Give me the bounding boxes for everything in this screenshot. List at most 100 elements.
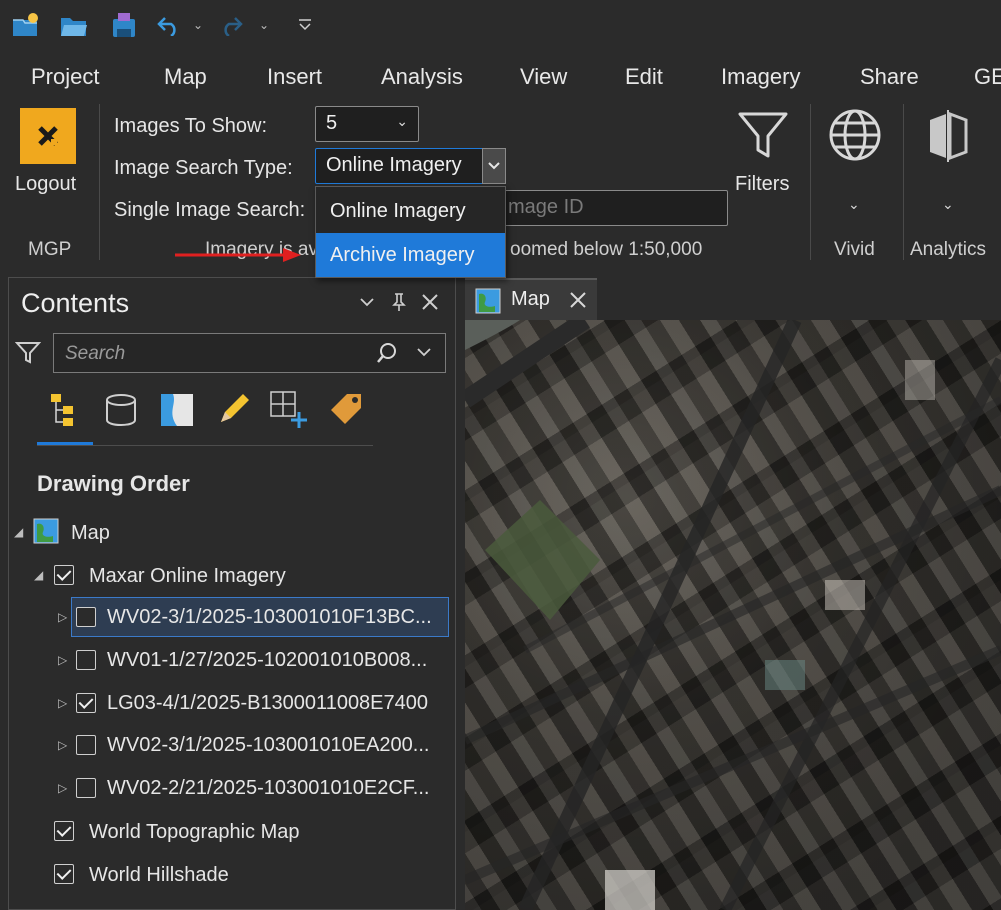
- red-arrow-annotation-icon: [175, 248, 301, 262]
- contents-search-input[interactable]: Search: [53, 333, 446, 373]
- layer-checkbox[interactable]: [76, 650, 96, 670]
- undo-dropdown-chevron-icon[interactable]: ⌄: [190, 10, 206, 40]
- close-icon[interactable]: [421, 293, 439, 311]
- collapse-triangle-icon[interactable]: ◢: [34, 568, 43, 582]
- single-image-search-input[interactable]: mage ID: [495, 190, 728, 226]
- tab-share[interactable]: Share: [860, 64, 919, 90]
- satellite-imagery: [465, 320, 1001, 910]
- layer-world-hillshade[interactable]: World Hillshade: [89, 858, 229, 892]
- customize-toolbar-icon[interactable]: [294, 10, 316, 40]
- list-by-drawing-order-icon[interactable]: [43, 390, 83, 430]
- expand-triangle-icon[interactable]: ▷: [58, 653, 67, 667]
- layer-wv02-3-1-2025-ea200[interactable]: WV02-3/1/2025-103001010EA200...: [107, 728, 429, 762]
- ribbon-separator: [903, 104, 904, 260]
- tab-project[interactable]: Project: [31, 64, 99, 90]
- close-icon[interactable]: [569, 291, 587, 309]
- images-to-show-label: Images To Show:: [114, 115, 268, 137]
- globe-icon[interactable]: [828, 108, 882, 162]
- image-search-type-select[interactable]: Online Imagery: [315, 148, 505, 184]
- filters-label[interactable]: Filters: [735, 173, 789, 196]
- redo-icon[interactable]: [216, 10, 246, 40]
- list-by-editing-icon[interactable]: [215, 392, 251, 428]
- layer-wv02-2-21-2025[interactable]: WV02-2/21/2025-103001010E2CF...: [107, 771, 429, 805]
- redo-dropdown-chevron-icon[interactable]: ⌄: [256, 10, 272, 40]
- tab-map[interactable]: Map: [164, 64, 207, 90]
- quick-access-toolbar: ⌄ ⌄: [0, 0, 1001, 54]
- map-canvas-satellite-imagery[interactable]: [465, 320, 1001, 910]
- map-node-label[interactable]: Map: [71, 516, 110, 550]
- list-by-source-icon[interactable]: [103, 392, 139, 428]
- layer-checkbox[interactable]: [76, 607, 96, 627]
- filter-icon[interactable]: [736, 108, 790, 162]
- map-icon: [33, 518, 59, 544]
- map-view-tab[interactable]: Map: [465, 278, 597, 320]
- layer-checkbox-maxar-online-imagery[interactable]: [54, 565, 74, 585]
- image-search-type-label: Image Search Type:: [114, 157, 293, 179]
- layer-checkbox[interactable]: [76, 778, 96, 798]
- images-to-show-value: 5: [326, 112, 338, 134]
- image-search-type-dropdown-button[interactable]: [482, 148, 506, 184]
- layer-lg03-4-1-2025[interactable]: LG03-4/1/2025-B1300011008E7400: [107, 686, 428, 720]
- mgp-group-label: MGP: [28, 239, 72, 260]
- drawing-order-heading: Drawing Order: [37, 471, 190, 496]
- vivid-group-label: Vivid: [834, 239, 875, 260]
- new-project-icon[interactable]: [10, 10, 42, 40]
- open-project-icon[interactable]: [58, 10, 90, 40]
- tab-imagery[interactable]: Imagery: [721, 64, 800, 90]
- expand-triangle-icon[interactable]: ▷: [58, 696, 67, 710]
- chevron-down-icon: ⌄: [396, 113, 408, 129]
- layer-maxar-online-imagery[interactable]: Maxar Online Imagery: [89, 559, 286, 593]
- map-icon: [475, 288, 501, 314]
- images-to-show-select[interactable]: 5 ⌄: [315, 106, 419, 142]
- map-tab-label: Map: [511, 288, 550, 310]
- list-by-snapping-icon[interactable]: [269, 390, 309, 430]
- dropdown-option-online-imagery[interactable]: Online Imagery: [316, 189, 505, 233]
- list-by-labeling-icon[interactable]: [327, 390, 367, 430]
- image-search-type-value: Online Imagery: [326, 154, 462, 176]
- layer-wv02-3-1-2025-f13bc[interactable]: WV02-3/1/2025-103001010F13BC...: [107, 600, 432, 634]
- analytics-dropdown-chevron-icon[interactable]: ⌄: [942, 196, 954, 213]
- single-image-search-placeholder: mage ID: [508, 196, 584, 218]
- ribbon-separator: [99, 104, 100, 260]
- contents-title: Contents: [21, 288, 130, 318]
- tab-edit[interactable]: Edit: [625, 64, 663, 90]
- contents-search-placeholder: Search: [65, 343, 126, 364]
- chevron-down-icon[interactable]: [359, 296, 375, 310]
- layer-checkbox[interactable]: [76, 735, 96, 755]
- expand-triangle-icon[interactable]: ▷: [58, 781, 67, 795]
- expand-triangle-icon[interactable]: ▷: [58, 738, 67, 752]
- chevron-down-icon: [488, 162, 500, 170]
- filter-icon[interactable]: [15, 340, 41, 366]
- contents-pane: Contents Search Drawing Order ◢ Map ◢ Ma…: [8, 277, 456, 910]
- tab-analysis[interactable]: Analysis: [381, 64, 463, 90]
- layer-checkbox[interactable]: [76, 693, 96, 713]
- collapse-triangle-icon[interactable]: ◢: [14, 525, 23, 539]
- vivid-dropdown-chevron-icon[interactable]: ⌄: [848, 196, 860, 213]
- imagery-status-text-right: oomed below 1:50,000: [510, 239, 703, 260]
- logout-button[interactable]: [20, 108, 76, 164]
- pin-icon[interactable]: [391, 292, 407, 312]
- layer-checkbox-world-topographic-map[interactable]: [54, 821, 74, 841]
- chevron-down-icon[interactable]: [416, 346, 432, 360]
- expand-triangle-icon[interactable]: ▷: [58, 610, 67, 624]
- save-project-icon[interactable]: [108, 10, 140, 40]
- layer-checkbox-world-hillshade[interactable]: [54, 864, 74, 884]
- dropdown-option-archive-imagery[interactable]: Archive Imagery: [316, 233, 505, 277]
- ribbon-tabs: Project Map Insert Analysis View Edit Im…: [0, 54, 1001, 100]
- tab-ge[interactable]: GE: [974, 64, 1001, 90]
- tab-view[interactable]: View: [520, 64, 567, 90]
- list-by-selection-icon[interactable]: [159, 392, 195, 428]
- maxar-logo-icon: [38, 126, 58, 146]
- analytics-group-label: Analytics: [910, 239, 987, 260]
- image-search-type-dropdown-menu: Online Imagery Archive Imagery: [315, 186, 506, 278]
- ribbon-separator: [810, 104, 811, 260]
- tab-insert[interactable]: Insert: [267, 64, 322, 90]
- undo-icon[interactable]: [154, 10, 184, 40]
- layer-wv01-1-27-2025[interactable]: WV01-1/27/2025-102001010B008...: [107, 643, 427, 677]
- layer-world-topographic-map[interactable]: World Topographic Map: [89, 815, 300, 849]
- search-icon[interactable]: [376, 342, 398, 364]
- logout-label[interactable]: Logout: [15, 173, 76, 196]
- single-image-search-label: Single Image Search:: [114, 199, 306, 221]
- swipe-compare-icon[interactable]: [926, 110, 970, 162]
- view-tabs-divider: [37, 445, 373, 446]
